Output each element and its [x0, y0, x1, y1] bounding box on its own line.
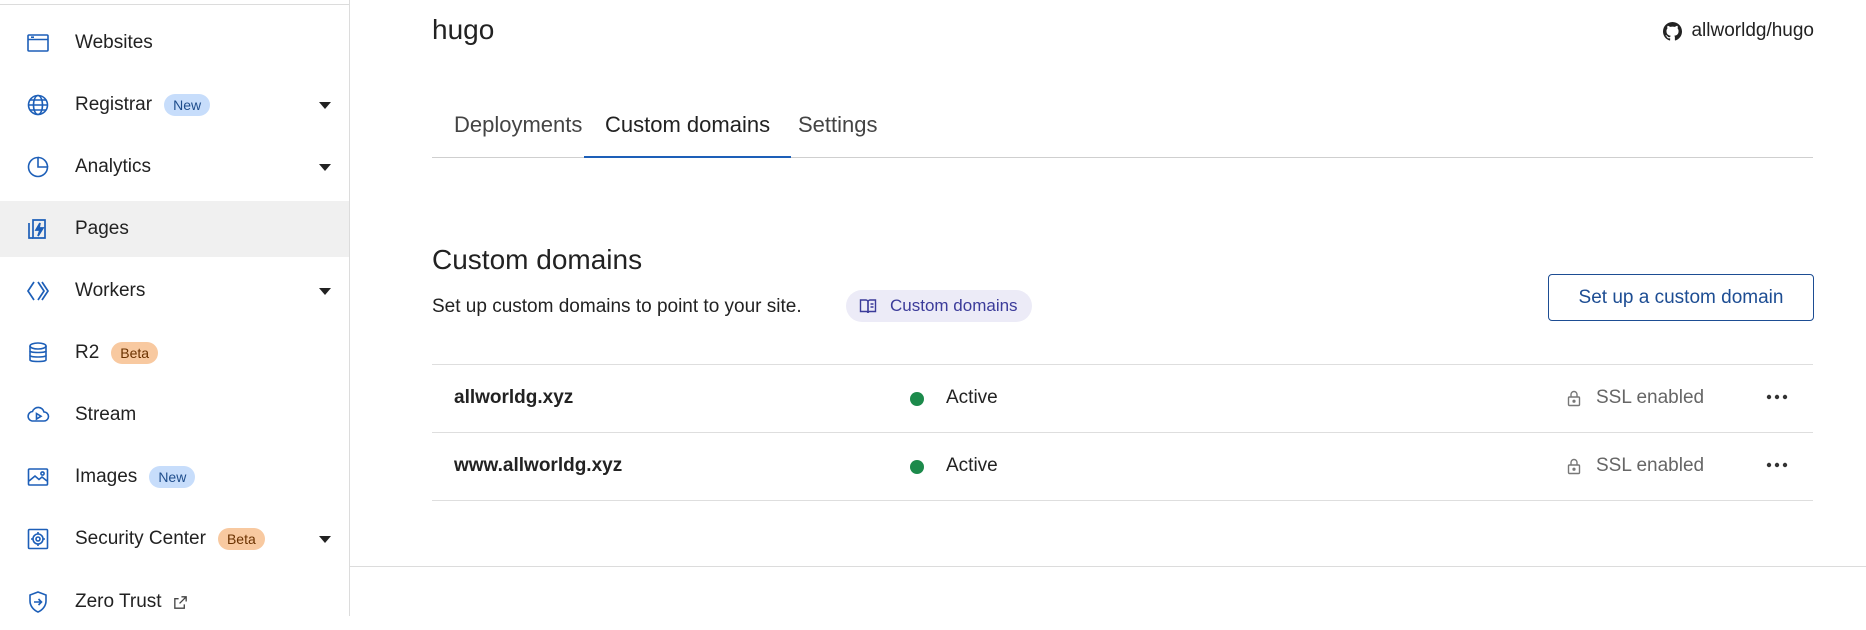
sidebar-item-analytics[interactable]: Analytics — [0, 139, 349, 195]
sidebar-item-label: Websites — [75, 32, 153, 53]
status-active-icon — [910, 460, 924, 474]
new-badge: New — [164, 94, 211, 116]
repo-link[interactable]: allworldg/hugo — [1663, 20, 1814, 42]
cloud-play-icon — [24, 401, 52, 429]
sidebar-item-zero-trust[interactable]: Zero Trust — [0, 574, 349, 630]
sidebar-item-label: Zero Trust — [75, 591, 162, 612]
sidebar-divider — [0, 4, 350, 5]
setup-custom-domain-button[interactable]: Set up a custom domain — [1548, 274, 1814, 321]
domains-table: allworldg.xyz Active SSL enabled www.all… — [432, 364, 1813, 501]
chevron-down-icon[interactable] — [319, 163, 331, 171]
beta-badge: Beta — [111, 342, 159, 364]
chevron-down-icon[interactable] — [319, 535, 331, 543]
book-icon — [859, 299, 877, 314]
ssl-status: SSL enabled — [1565, 387, 1704, 409]
new-badge: New — [149, 466, 196, 488]
section-title: Custom domains — [432, 244, 643, 275]
sidebar-item-websites[interactable]: Websites — [0, 15, 349, 71]
sidebar-item-label: Security Center — [75, 528, 206, 549]
sidebar-item-registrar[interactable]: Registrar New — [0, 77, 349, 133]
sidebar-item-label: Images — [75, 466, 138, 487]
sidebar-item-label: Workers — [75, 280, 146, 301]
sidebar-item-label: Stream — [75, 404, 137, 425]
browser-window-icon — [24, 29, 52, 57]
sidebar: Websites Registrar New Analytics Pages W… — [0, 0, 350, 616]
page-title: hugo — [432, 14, 495, 45]
docs-link-custom-domains[interactable]: Custom domains — [846, 290, 1032, 322]
main-content: hugo allworldg/hugo Deployments Custom d… — [350, 0, 1866, 616]
sidebar-item-label: Registrar — [75, 94, 153, 115]
sidebar-item-pages[interactable]: Pages — [0, 201, 349, 257]
sidebar-item-label: Pages — [75, 218, 129, 239]
lock-icon — [1567, 458, 1581, 475]
status-text: Active — [946, 455, 998, 476]
sidebar-item-label: Analytics — [75, 156, 152, 177]
pie-chart-icon — [24, 153, 52, 181]
docs-link-label: Custom domains — [890, 296, 1018, 315]
database-icon — [24, 339, 52, 367]
chevron-down-icon[interactable] — [319, 101, 331, 109]
tab-deployments[interactable]: Deployments — [454, 112, 582, 158]
zero-trust-shield-icon — [24, 588, 52, 616]
ssl-status: SSL enabled — [1565, 455, 1704, 477]
section-divider — [350, 566, 1866, 567]
ellipsis-icon — [1766, 394, 1788, 400]
chevron-down-icon[interactable] — [319, 287, 331, 295]
tab-bar: Deployments Custom domains Settings — [432, 100, 1813, 158]
sidebar-item-workers[interactable]: Workers — [0, 263, 349, 319]
repo-name: allworldg/hugo — [1691, 20, 1814, 41]
security-center-icon — [24, 525, 52, 553]
table-row: allworldg.xyz Active SSL enabled — [432, 364, 1813, 432]
ssl-label: SSL enabled — [1596, 455, 1705, 476]
more-options-button[interactable] — [1762, 383, 1792, 411]
sidebar-item-label: R2 — [75, 342, 100, 363]
status-active-icon — [910, 392, 924, 406]
sidebar-item-r2[interactable]: R2 Beta — [0, 325, 349, 381]
beta-badge: Beta — [217, 528, 265, 550]
workers-icon — [24, 277, 52, 305]
ellipsis-icon — [1766, 462, 1788, 468]
more-options-button[interactable] — [1762, 451, 1792, 479]
sidebar-item-security-center[interactable]: Security Center Beta — [0, 511, 349, 567]
image-icon — [24, 463, 52, 491]
lock-icon — [1567, 390, 1581, 407]
domain-name: www.allworldg.xyz — [454, 455, 623, 476]
domain-name: allworldg.xyz — [454, 387, 574, 408]
ssl-label: SSL enabled — [1596, 387, 1705, 408]
lightning-page-icon — [24, 215, 52, 243]
tab-settings[interactable]: Settings — [798, 112, 878, 158]
sidebar-item-images[interactable]: Images New — [0, 449, 349, 505]
sidebar-item-stream[interactable]: Stream — [0, 387, 349, 443]
table-row: www.allworldg.xyz Active SSL enabled — [432, 432, 1813, 501]
section-description: Set up custom domains to point to your s… — [432, 296, 802, 317]
status-text: Active — [946, 387, 998, 408]
tab-custom-domains[interactable]: Custom domains — [584, 112, 792, 158]
globe-icon — [24, 91, 52, 119]
github-icon — [1663, 21, 1683, 41]
external-link-icon — [172, 594, 189, 611]
